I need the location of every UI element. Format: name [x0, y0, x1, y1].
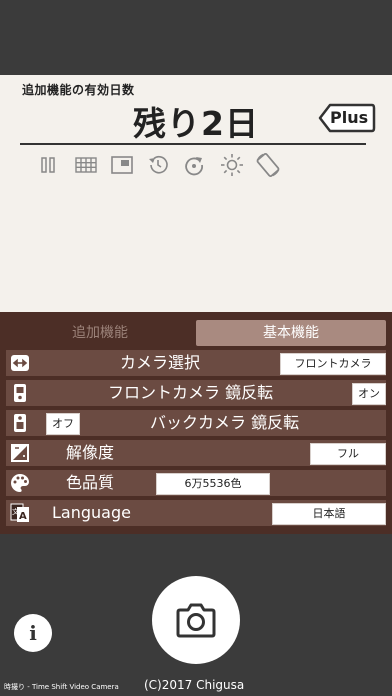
tab-bar: 追加機能 基本機能 [6, 320, 386, 346]
setting-row-camera-select: カメラ選択 フロントカメラ [6, 350, 386, 376]
camera-select-value[interactable]: フロントカメラ [280, 353, 386, 375]
svg-text:文: 文 [12, 507, 19, 516]
setting-row-language: A文 Language 日本語 [6, 500, 386, 526]
divider [20, 143, 366, 145]
bottom-bar: i 時撮り - Time Shift Video Camera (C)2017 … [0, 534, 392, 696]
front-camera-icon [10, 383, 30, 403]
camera-switch-icon [10, 353, 30, 373]
copyright: (C)2017 Chigusa [144, 678, 245, 692]
back-mirror-value[interactable]: オフ [46, 413, 80, 435]
resolution-value[interactable]: フル [310, 443, 386, 465]
back-mirror-label: バックカメラ 鏡反転 [150, 413, 300, 432]
palette-icon [10, 473, 30, 493]
camera-select-label: カメラ選択 [120, 353, 201, 372]
setting-row-color-quality: 色品質 6万5536色 [6, 470, 386, 496]
replay-icon [182, 153, 206, 177]
color-quality-value[interactable]: 6万5536色 [156, 473, 270, 495]
grid-icon [74, 153, 98, 177]
language-value[interactable]: 日本語 [272, 503, 386, 525]
setting-row-back-mirror: オフ バックカメラ 鏡反転 [6, 410, 386, 436]
color-quality-label: 色品質 [66, 473, 115, 492]
tab-additional-features[interactable]: 追加機能 [6, 320, 194, 346]
settings-panel: 追加機能 基本機能 カメラ選択 フロントカメラ フロントカメラ 鏡反転 オン オ… [0, 312, 392, 534]
app-name: 時撮り - Time Shift Video Camera [4, 683, 119, 691]
top-bar [0, 0, 392, 75]
translate-icon: A文 [10, 503, 30, 523]
camera-shutter-button[interactable] [152, 576, 240, 664]
plus-label: Plus [330, 108, 369, 127]
history-icon [146, 153, 170, 177]
tab-basic-features[interactable]: 基本機能 [196, 320, 386, 346]
picture-in-picture-icon [110, 153, 134, 177]
screen-rotation-icon [254, 151, 282, 179]
info-button[interactable]: i [14, 614, 52, 652]
plus-button[interactable]: Plus [318, 103, 376, 133]
setting-row-resolution: 解像度 フル [6, 440, 386, 466]
brightness-icon [220, 153, 244, 177]
back-camera-icon [10, 413, 30, 433]
feature-days-title: 追加機能の有効日数 [22, 83, 135, 97]
setting-row-front-mirror: フロントカメラ 鏡反転 オン [6, 380, 386, 406]
camera-icon [176, 603, 216, 638]
front-mirror-label: フロントカメラ 鏡反転 [108, 383, 274, 402]
language-label: Language [52, 503, 131, 522]
resolution-icon [10, 443, 30, 463]
front-mirror-value[interactable]: オン [352, 383, 386, 405]
status-panel: 追加機能の有効日数 残り2日 Plus [0, 75, 392, 312]
resolution-label: 解像度 [66, 443, 115, 462]
pause-icon [36, 153, 60, 177]
svg-text:A: A [19, 511, 27, 522]
